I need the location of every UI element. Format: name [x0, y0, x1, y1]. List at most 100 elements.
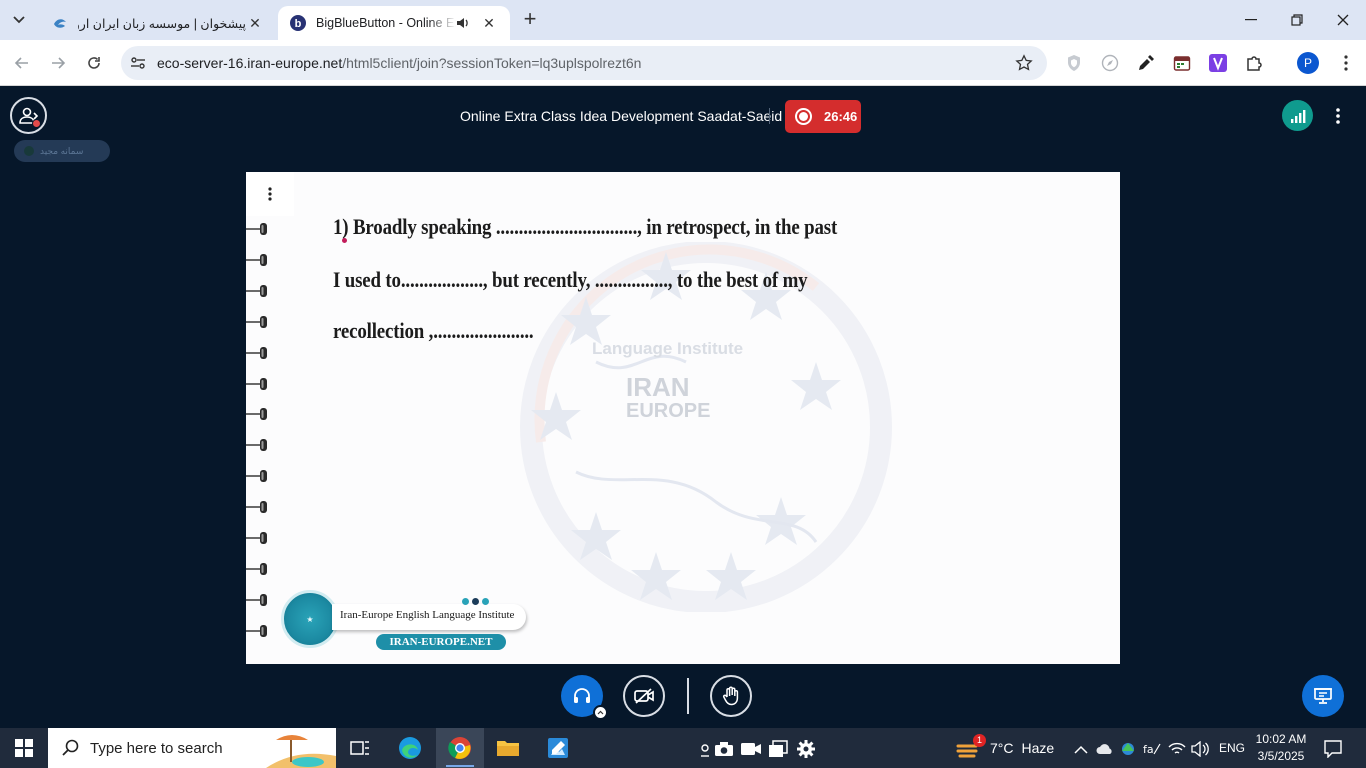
new-tab-button[interactable]: + [518, 8, 542, 32]
settings-gear-icon[interactable] [795, 738, 817, 760]
audio-options-chevron-icon[interactable] [593, 705, 608, 720]
show-hidden-icons-chevron-icon[interactable] [1070, 738, 1092, 760]
institute-watermark-logo [520, 242, 892, 612]
chrome-icon [448, 737, 471, 759]
record-icon [795, 108, 812, 125]
compass-extension-icon[interactable] [1098, 51, 1122, 75]
snapshots-icon[interactable] [767, 738, 789, 760]
bigbluebutton-icon: b [290, 15, 306, 31]
system-clock[interactable]: 10:02 AM 3/5/2025 [1252, 731, 1310, 765]
calendar-extension-icon[interactable] [1170, 51, 1194, 75]
minimize-button[interactable] [1228, 0, 1274, 40]
camera-icon[interactable] [713, 738, 735, 760]
weather-widget[interactable]: 1 7°C Haze [956, 728, 1054, 768]
close-icon [1337, 14, 1349, 26]
taskbar-search-box[interactable]: Type here to search [48, 728, 336, 768]
chrome-taskbar-button[interactable] [436, 728, 484, 768]
clock-time: 10:02 AM [1255, 732, 1307, 746]
edge-icon [399, 737, 421, 759]
restore-button[interactable] [1274, 0, 1320, 40]
raise-hand-button[interactable] [710, 675, 752, 717]
close-icon[interactable]: ✕ [480, 14, 498, 32]
onedrive-cloud-icon[interactable] [1094, 738, 1116, 760]
slide-options-button[interactable] [246, 172, 294, 216]
browser-tab-bigbluebutton[interactable]: b BigBlueButton - Online Extra ✕ [278, 6, 510, 40]
start-button[interactable] [0, 728, 48, 768]
photos-taskbar-button[interactable] [534, 728, 582, 768]
url-path: /html5client/join?sessionToken=lq3uplspo… [342, 55, 642, 71]
task-view-button[interactable] [336, 728, 384, 768]
bookmark-star-icon[interactable] [1015, 54, 1033, 77]
logo-website: IRAN-EUROPE.NET [376, 634, 506, 650]
reload-icon [88, 57, 100, 69]
institute-logo: ★ Iran-Europe English Language Institute… [276, 580, 536, 658]
action-bar-separator [687, 678, 689, 714]
options-menu-button[interactable] [1328, 103, 1348, 129]
browser-tab-dashboard[interactable]: پیشخوان | موسسه زبان ایران اروپا ✕ [40, 6, 276, 40]
video-record-icon[interactable] [740, 738, 762, 760]
speaker-icon[interactable] [456, 16, 474, 30]
profile-avatar[interactable]: P [1297, 52, 1319, 74]
recording-time: 26:46 [824, 109, 858, 124]
spiral-ring [246, 346, 267, 359]
wifi-icon[interactable] [1166, 738, 1188, 760]
eyedropper-extension-icon[interactable] [1134, 51, 1158, 75]
spiral-ring [246, 223, 267, 235]
spiral-ring [246, 501, 267, 514]
search-placeholder: Type here to search [90, 739, 223, 757]
spiral-ring [246, 532, 267, 544]
watermark-iran: IRAN [626, 372, 690, 402]
folder-icon [497, 741, 519, 756]
shield-extension-icon[interactable] [1062, 51, 1086, 75]
weather-icon: 1 [956, 734, 986, 760]
ime-mode-icon[interactable]: fa [1141, 738, 1163, 760]
presentation-slide[interactable]: Language Institute IRAN EUROPE 1) Broadl… [246, 172, 1120, 664]
weather-temperature: 7°C [990, 740, 1014, 756]
reload-button[interactable] [80, 49, 108, 77]
tab-title: BigBlueButton - Online Extra [316, 16, 456, 30]
close-icon[interactable]: ✕ [246, 14, 264, 32]
presentation-toggle-button[interactable] [1302, 675, 1344, 717]
network-status-icon[interactable] [1117, 738, 1139, 760]
puzzle-extensions-icon[interactable] [1242, 51, 1266, 75]
browser-tab-strip: پیشخوان | موسسه زبان ایران اروپا ✕ b Big… [0, 0, 1366, 40]
restore-icon [1291, 14, 1303, 26]
volume-icon[interactable] [1189, 738, 1211, 760]
video-off-icon [634, 688, 654, 704]
chevron-down-icon [13, 16, 25, 24]
talking-dot [24, 146, 34, 156]
user-list-toggle-button[interactable] [10, 97, 47, 134]
spiral-ring [246, 593, 267, 606]
minimize-icon [1245, 19, 1257, 21]
slide-text-line-1: 1) Broadly speaking ....................… [333, 214, 838, 239]
tab-search-button[interactable] [6, 8, 32, 32]
arrow-right-icon [52, 57, 66, 69]
language-indicator[interactable]: ENG [1219, 741, 1245, 755]
chrome-menu-icon[interactable] [1334, 51, 1358, 75]
notification-center-icon[interactable] [1322, 738, 1344, 760]
connection-status-button[interactable] [1282, 100, 1313, 131]
share-webcam-button[interactable] [623, 675, 665, 717]
talking-user-name: سمانه مجید [40, 145, 84, 156]
spiral-ring [246, 315, 267, 328]
audio-button[interactable] [561, 675, 608, 720]
edge-taskbar-button[interactable] [386, 728, 434, 768]
file-explorer-taskbar-button[interactable] [484, 728, 532, 768]
spiral-ring [246, 439, 267, 452]
talking-indicator[interactable]: سمانه مجید [14, 140, 110, 162]
recording-indicator-button[interactable]: 26:46 [785, 100, 861, 133]
url-host: eco-server-16.iran-europe.net [157, 55, 343, 71]
windows-logo-icon [15, 739, 33, 757]
v-extension-icon[interactable] [1206, 51, 1230, 75]
spiral-ring [246, 377, 267, 390]
address-bar[interactable]: eco-server-16.iran-europe.net/html5clien… [121, 46, 1047, 80]
task-view-icon [350, 741, 369, 755]
close-window-button[interactable] [1320, 0, 1366, 40]
forward-button[interactable] [44, 49, 72, 77]
site-settings-icon[interactable] [129, 54, 147, 77]
slide-text-line-3: recollection ,...................... [333, 318, 534, 343]
logo-dots [462, 598, 489, 605]
back-button[interactable] [8, 49, 36, 77]
swirl-icon [52, 15, 68, 31]
url-text: eco-server-16.iran-europe.net/html5clien… [157, 55, 641, 71]
